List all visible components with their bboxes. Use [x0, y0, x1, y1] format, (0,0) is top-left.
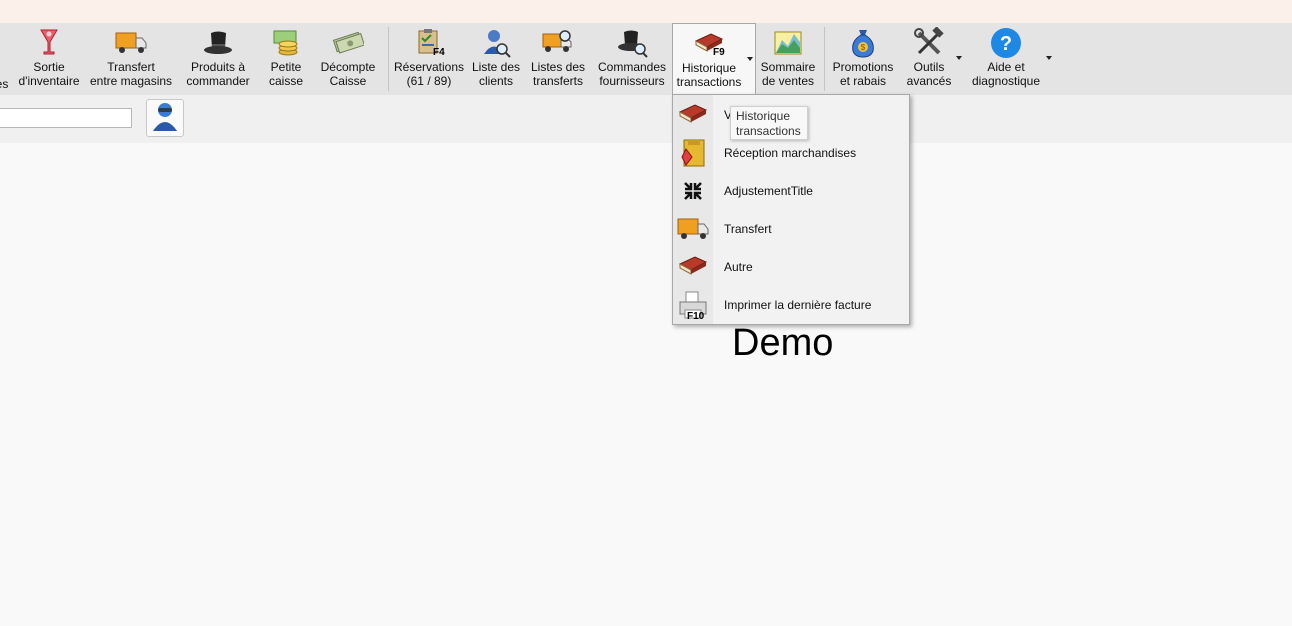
listes-transferts-button[interactable]: Listes des transferts	[530, 23, 586, 95]
ribbon-separator	[388, 27, 389, 91]
user-button[interactable]	[146, 99, 184, 137]
menu-item-imprimer-derniere-facture[interactable]: F10 Imprimer la dernière facture	[673, 287, 909, 323]
historique-transactions-button[interactable]: F9 Historique transactions	[672, 23, 756, 95]
adjust-arrows-icon	[673, 173, 713, 209]
chevron-down-icon[interactable]	[747, 57, 753, 61]
chevron-down-icon[interactable]	[1046, 56, 1052, 60]
help-icon: ?	[989, 26, 1023, 60]
delivery-truck-icon	[114, 26, 148, 60]
secondary-toolbar	[0, 95, 1292, 143]
tools-icon	[912, 26, 946, 60]
decompte-caisse-button[interactable]: Décompte Caisse	[318, 23, 378, 95]
cash-bills-icon	[331, 26, 365, 60]
menu-item-autre[interactable]: Autre	[673, 249, 909, 285]
commandes-fournisseurs-button[interactable]: Commandes fournisseurs	[596, 23, 668, 95]
sales-chart-icon	[771, 26, 805, 60]
red-book-icon: F9	[692, 27, 726, 61]
ribbon-button-truncated[interactable]: es	[0, 23, 8, 95]
liste-clients-button[interactable]: Liste des clients	[470, 23, 522, 95]
chevron-down-icon[interactable]	[956, 56, 962, 60]
cocktail-glass-icon	[32, 26, 66, 60]
sommaire-ventes-button[interactable]: Sommaire de ventes	[758, 23, 818, 95]
sortie-inventaire-button[interactable]: Sortie d'inventaire	[17, 23, 81, 95]
receiving-box-icon	[673, 135, 713, 171]
truck-search-icon	[541, 26, 575, 60]
menu-item-transfert[interactable]: Transfert	[673, 211, 909, 247]
search-input[interactable]	[0, 108, 132, 128]
promotions-rabais-button[interactable]: $ Promotions et rabais	[830, 23, 896, 95]
store-name: Demo	[732, 322, 834, 364]
tooltip: Historique transactions	[730, 106, 808, 140]
petite-caisse-button[interactable]: Petite caisse	[263, 23, 309, 95]
transfert-entre-magasins-button[interactable]: Transfert entre magasins	[90, 23, 172, 95]
ribbon-toolbar: es Sortie d'inventaire Transfert entre m…	[0, 23, 1292, 95]
outils-avances-button[interactable]: Outils avancés	[904, 23, 954, 95]
menu-item-reception-marchandises[interactable]: Réception marchandises	[673, 135, 909, 171]
produits-a-commander-button[interactable]: Produits à commander	[183, 23, 253, 95]
printer-icon: F10	[673, 287, 713, 323]
money-bag-icon: $	[846, 26, 880, 60]
red-book-icon	[673, 97, 713, 133]
menu-item-adjustement[interactable]: AdjustementTitle	[673, 173, 909, 209]
clipboard-check-icon: F4	[412, 26, 446, 60]
top-hat-icon	[201, 26, 235, 60]
svg-text:$: $	[861, 43, 866, 52]
coins-icon	[269, 26, 303, 60]
ribbon-separator	[824, 27, 825, 91]
red-book-icon	[673, 249, 713, 285]
hat-search-icon	[615, 26, 649, 60]
reservations-button[interactable]: F4 Réservations (61 / 89)	[394, 23, 464, 95]
delivery-truck-icon	[673, 211, 713, 247]
client-search-icon	[479, 26, 513, 60]
svg-text:?: ?	[1000, 33, 1012, 55]
user-avatar-icon	[150, 101, 180, 136]
title-bar	[0, 0, 1292, 23]
aide-diagnostique-button[interactable]: ? Aide et diagnostique	[968, 23, 1044, 95]
